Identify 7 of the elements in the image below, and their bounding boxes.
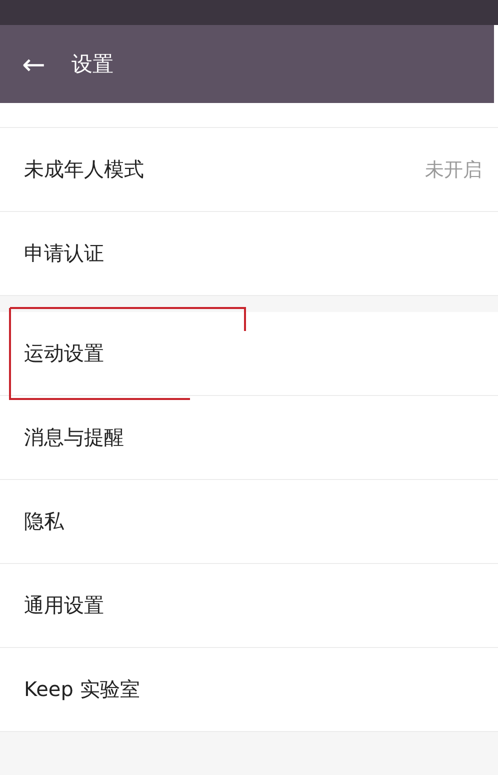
settings-item[interactable]: 未成年人模式 未开启 [0, 128, 498, 212]
back-button[interactable]: ← [0, 48, 66, 80]
screen-title: 设置 [71, 51, 114, 78]
settings-item[interactable]: 隐私 [0, 480, 498, 564]
settings-item[interactable]: 通用设置 [0, 564, 498, 648]
settings-item[interactable]: 运动设置 [0, 312, 498, 396]
settings-item[interactable]: 消息与提醒 [0, 396, 498, 480]
